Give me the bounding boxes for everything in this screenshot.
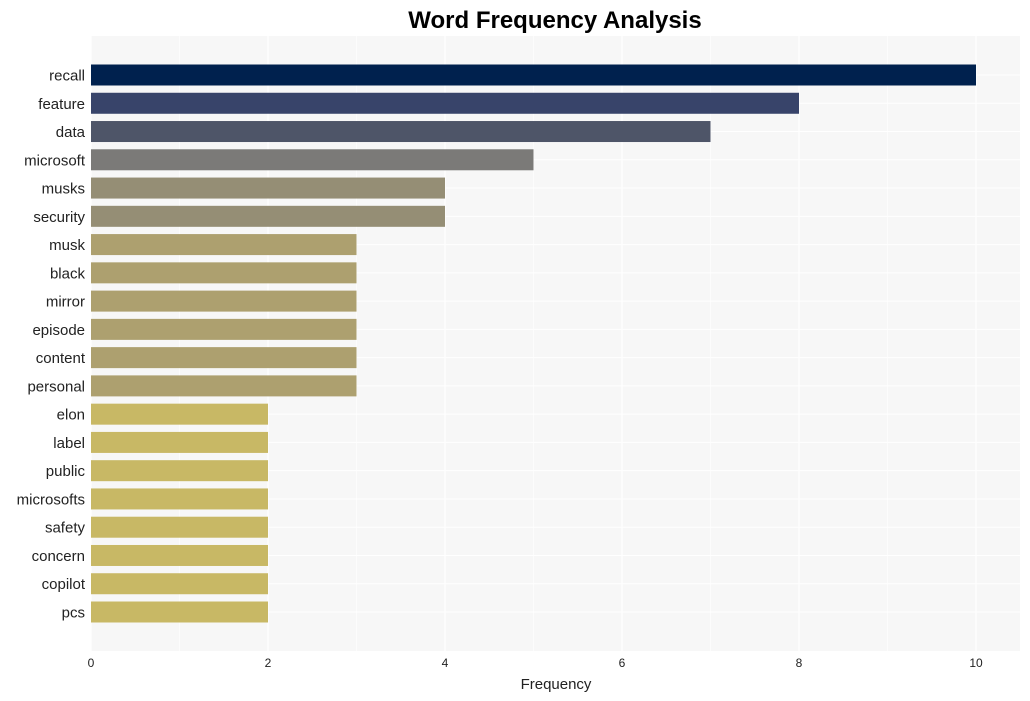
bar-safety — [91, 516, 268, 538]
y-label-episode: episode — [32, 322, 85, 339]
y-label-microsofts: microsofts — [17, 491, 85, 508]
bar-label — [91, 431, 268, 453]
x-tick-0: 0 — [88, 656, 95, 670]
y-label-personal: personal — [27, 378, 85, 395]
bar-personal — [91, 375, 357, 397]
bar-elon — [91, 403, 268, 425]
x-tick-6: 6 — [619, 656, 626, 670]
bar-microsoft — [91, 149, 534, 171]
bar-security — [91, 205, 445, 227]
y-label-musk: musk — [49, 237, 85, 254]
y-label-copilot: copilot — [42, 576, 86, 593]
y-label-black: black — [50, 265, 86, 282]
y-label-musks: musks — [42, 181, 85, 198]
bar-musk — [91, 234, 357, 256]
y-axis-labels: recall feature data microsoft musks security m… — [17, 68, 86, 622]
y-label-label: label — [53, 435, 85, 452]
bar-microsofts — [91, 488, 268, 510]
bar-black — [91, 262, 357, 284]
y-label-data: data — [56, 124, 86, 141]
bar-content — [91, 347, 357, 369]
y-label-recall: recall — [49, 68, 85, 85]
bar-recall — [91, 64, 976, 86]
x-tick-2: 2 — [265, 656, 272, 670]
y-label-safety: safety — [45, 520, 86, 537]
bar-mirror — [91, 290, 357, 312]
bar-data — [91, 121, 711, 143]
x-tick-8: 8 — [796, 656, 803, 670]
x-tick-10: 10 — [969, 656, 983, 670]
x-axis-ticks: 0 2 4 6 8 10 — [88, 656, 983, 670]
y-label-security: security — [33, 209, 85, 226]
y-label-content: content — [36, 350, 86, 367]
bar-concern — [91, 544, 268, 566]
bar-pcs — [91, 601, 268, 623]
bar-copilot — [91, 573, 268, 595]
y-label-pcs: pcs — [62, 605, 85, 622]
y-label-microsoft: microsoft — [24, 152, 86, 169]
y-label-mirror: mirror — [46, 294, 85, 311]
bar-public — [91, 460, 268, 482]
x-axis-label: Frequency — [521, 676, 592, 693]
y-label-public: public — [46, 463, 86, 480]
y-label-elon: elon — [57, 407, 85, 424]
y-label-concern: concern — [32, 548, 85, 565]
x-tick-4: 4 — [442, 656, 449, 670]
bar-episode — [91, 318, 357, 340]
bar-feature — [91, 92, 799, 114]
bar-musks — [91, 177, 445, 199]
y-label-feature: feature — [38, 96, 85, 113]
chart-title: Word Frequency Analysis — [408, 7, 701, 34]
word-frequency-chart: Word Frequency Analysis recall feature dat… — [17, 7, 1020, 693]
